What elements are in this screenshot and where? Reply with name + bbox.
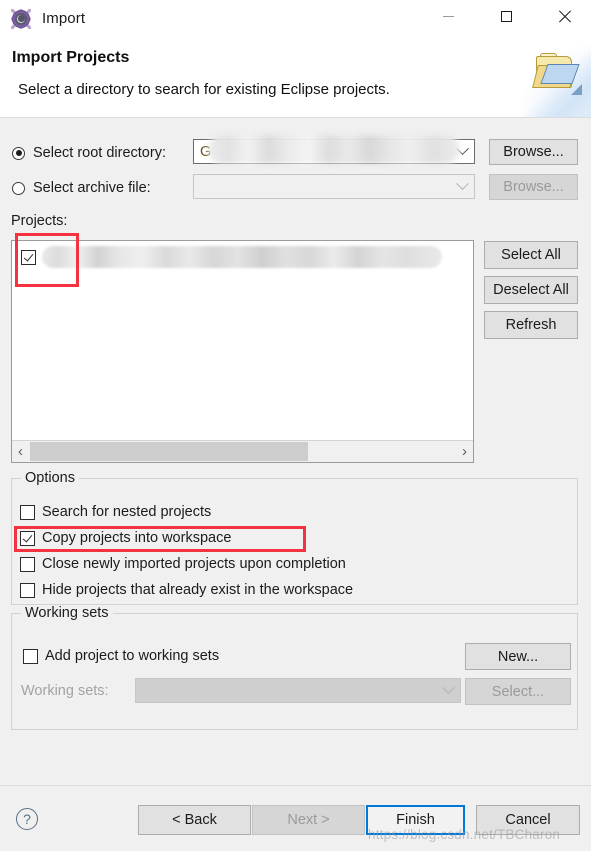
- page-title: Import Projects: [12, 49, 130, 66]
- import-projects-dialog: Import Import Projects Select a director…: [0, 0, 591, 851]
- maximize-icon: [500, 10, 512, 22]
- archive-file-combo: [193, 174, 475, 199]
- list-item[interactable]: [12, 244, 473, 270]
- checkbox-indicator[interactable]: [20, 504, 35, 520]
- option-search-nested-projects[interactable]: Search for nested projects: [20, 504, 211, 520]
- option-label: Hide projects that already exist in the …: [42, 582, 354, 598]
- select-all-button[interactable]: Select All: [484, 241, 578, 269]
- project-name-redacted: [42, 246, 442, 268]
- option-hide-existing-projects[interactable]: Hide projects that already exist in the …: [20, 582, 353, 598]
- back-button[interactable]: < Back: [138, 805, 251, 835]
- checkbox-indicator[interactable]: [20, 582, 35, 598]
- browse-archive-file-button: Browse...: [489, 174, 578, 200]
- select-archive-file-radio[interactable]: Select archive file:: [12, 180, 151, 196]
- watermark: https://blog.csdn.net/TBCharon: [368, 827, 561, 842]
- dialog-body: Select root directory: G Browse... Selec…: [0, 118, 591, 785]
- select-root-directory-label: Select root directory:: [33, 145, 166, 161]
- option-copy-projects-into-workspace[interactable]: Copy projects into workspace: [20, 530, 231, 546]
- working-sets-combo: [135, 678, 461, 703]
- eclipse-import-icon: [11, 8, 31, 29]
- project-checkbox[interactable]: [21, 249, 36, 265]
- checkbox-indicator[interactable]: [20, 530, 35, 546]
- page-description: Select a directory to search for existin…: [18, 81, 390, 98]
- option-label: Copy projects into workspace: [42, 530, 232, 546]
- add-project-to-working-sets-checkbox[interactable]: Add project to working sets: [23, 648, 219, 664]
- chevron-left-icon[interactable]: ‹: [12, 441, 29, 462]
- projects-list[interactable]: ‹ ›: [11, 240, 474, 463]
- close-button[interactable]: [541, 0, 587, 32]
- working-sets-group-label: Working sets: [21, 605, 113, 621]
- working-sets-combo-label: Working sets:: [21, 683, 109, 699]
- maximize-button[interactable]: [483, 0, 529, 32]
- window-title: Import: [42, 10, 86, 27]
- working-sets-group: Working sets: [11, 605, 578, 730]
- checkbox-indicator[interactable]: [20, 556, 35, 572]
- folder-import-icon: [520, 37, 591, 117]
- chevron-down-icon: [450, 177, 474, 191]
- projects-label: Projects:: [11, 213, 68, 229]
- minimize-icon: [442, 15, 454, 17]
- root-directory-redaction: [208, 135, 460, 164]
- scrollbar-thumb[interactable]: [30, 442, 308, 461]
- option-label: Close newly imported projects upon compl…: [42, 556, 346, 572]
- chevron-down-icon: [436, 681, 460, 695]
- radio-indicator: [12, 146, 25, 160]
- minimize-button[interactable]: [425, 0, 471, 32]
- deselect-all-button[interactable]: Deselect All: [484, 276, 578, 304]
- select-working-sets-button: Select...: [465, 678, 571, 705]
- chevron-right-icon[interactable]: ›: [456, 441, 473, 462]
- option-close-newly-imported-projects[interactable]: Close newly imported projects upon compl…: [20, 556, 346, 572]
- option-label: Search for nested projects: [42, 504, 212, 520]
- horizontal-scrollbar[interactable]: ‹ ›: [12, 440, 473, 462]
- wizard-header: Import Projects Select a directory to se…: [0, 37, 591, 118]
- options-group-label: Options: [21, 470, 79, 486]
- close-icon: [558, 10, 571, 23]
- browse-root-directory-button[interactable]: Browse...: [489, 139, 578, 165]
- refresh-button[interactable]: Refresh: [484, 311, 578, 339]
- new-working-set-button[interactable]: New...: [465, 643, 571, 670]
- select-root-directory-radio[interactable]: Select root directory:: [12, 145, 166, 161]
- checkbox-indicator[interactable]: [23, 648, 38, 664]
- title-bar: Import: [0, 0, 591, 37]
- help-icon[interactable]: ?: [16, 808, 38, 830]
- next-button: Next >: [252, 805, 365, 835]
- add-project-to-working-sets-label: Add project to working sets: [45, 648, 220, 664]
- select-archive-file-label: Select archive file:: [33, 180, 151, 196]
- radio-indicator: [12, 181, 25, 195]
